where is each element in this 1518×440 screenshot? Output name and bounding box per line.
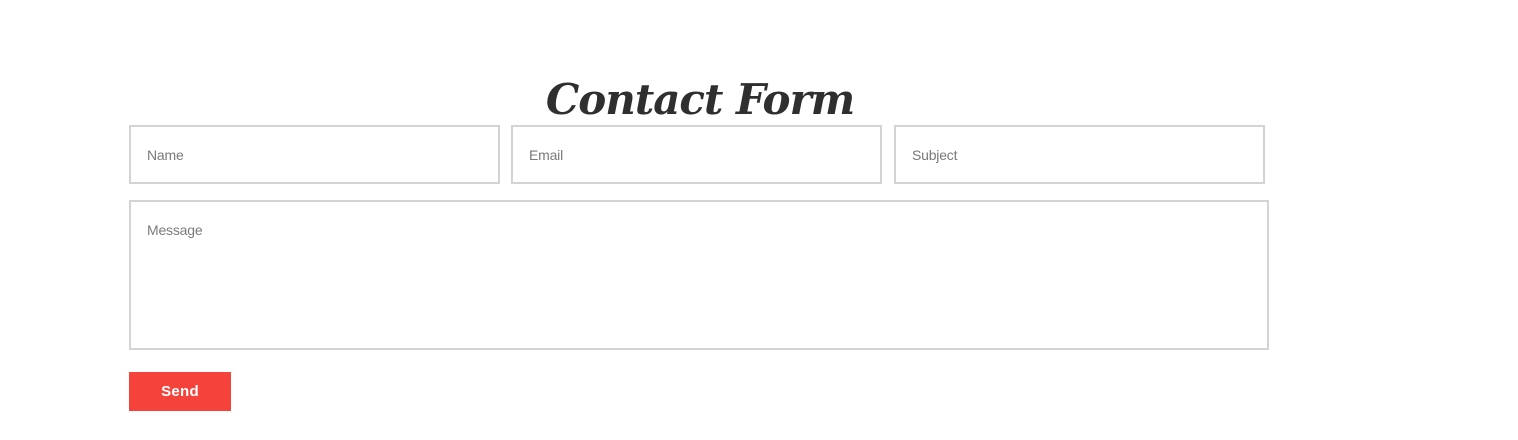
email-field[interactable]: [511, 125, 882, 184]
message-field[interactable]: [129, 200, 1269, 350]
subject-field[interactable]: [894, 125, 1265, 184]
name-field[interactable]: [129, 125, 500, 184]
page-title: Contact Form: [545, 75, 855, 125]
send-button[interactable]: Send: [129, 372, 231, 411]
